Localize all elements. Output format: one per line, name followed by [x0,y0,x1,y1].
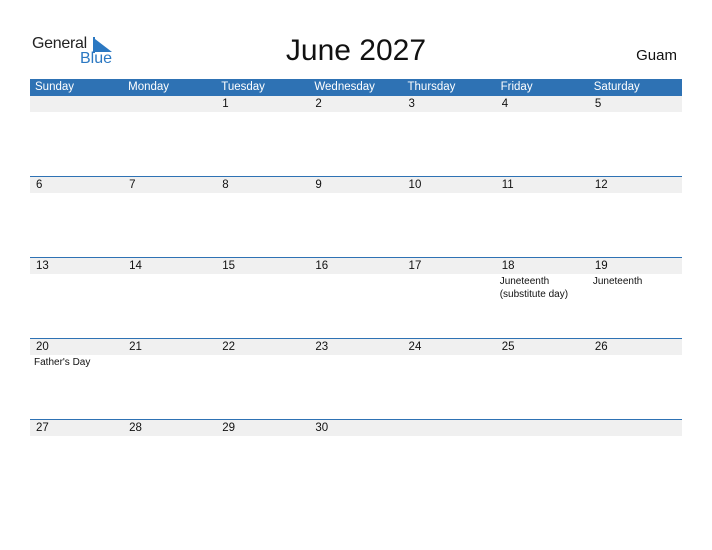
day-cell: 24 [403,339,496,420]
day-number: 28 [129,422,142,434]
day-number: 17 [408,260,422,272]
day-number: 30 [315,422,329,434]
day-number: 1 [222,98,229,110]
day-number: 23 [315,341,329,353]
page-title: June 2027 [285,34,427,67]
weekday-friday: Friday [500,81,533,93]
day-cell: 19 Juneteenth [589,258,682,339]
day-number: 25 [501,341,515,353]
day-number: 26 [594,341,608,353]
day-cell: 22 [216,339,309,420]
day-cell: 11 [496,177,589,258]
day-number: 14 [129,260,142,272]
day-cell: 23 [309,339,402,420]
day-number: 19 [594,260,608,272]
day-cell: 7 [123,177,216,258]
weekday-thursday: Thursday [407,81,456,93]
country-label: Guam [636,47,677,64]
day-cell: 13 [30,258,123,339]
day-cell: 1 [216,96,309,177]
day-cell: 29 [216,420,309,501]
day-cell: 4 [496,96,589,177]
day-cell: 17 [403,258,496,339]
day-number: 18 [501,260,515,272]
weekday-monday: Monday [128,81,170,93]
day-cell [123,96,216,177]
day-number: 10 [408,179,422,191]
day-cell [403,420,496,501]
week-row: 27 28 29 30 [30,419,682,501]
day-cell [30,96,123,177]
week-row: 6 7 8 9 10 11 12 [30,176,682,258]
day-number: 7 [129,179,136,191]
day-cell: 26 [589,339,682,420]
day-cell: 9 [309,177,402,258]
day-number: 21 [129,341,142,353]
day-cell: 3 [403,96,496,177]
day-cell: 18 Juneteenth (substitute day) [496,258,589,339]
day-number: 6 [36,179,43,191]
holiday-label: Juneteenth (substitute day) [499,276,569,300]
day-number: 13 [36,260,49,272]
day-cell: 28 [123,420,216,501]
weekday-saturday: Saturday [593,81,640,93]
day-cell: 16 [309,258,402,339]
holiday-label: Juneteenth [592,276,643,287]
day-number: 16 [315,260,329,272]
day-cell: 12 [589,177,682,258]
day-number: 9 [315,179,322,191]
holiday-label: Father's Day [34,357,91,368]
weekday-tuesday: Tuesday [221,81,265,93]
weekday-header: Sunday Monday Tuesday Wednesday Thursday… [30,79,682,96]
day-cell: 30 [309,420,402,501]
day-cell [589,420,682,501]
day-cell [496,420,589,501]
day-number: 2 [315,98,322,110]
day-cell: 25 [496,339,589,420]
day-cell: 20 Father's Day [30,339,123,420]
weekday-wednesday: Wednesday [314,81,375,93]
week-row: 1 2 3 4 5 [30,96,682,177]
day-number: 15 [222,260,236,272]
weekday-sunday: Sunday [35,81,75,93]
day-number: 24 [408,341,422,353]
day-cell: 21 [123,339,216,420]
day-number: 29 [222,422,236,434]
day-number: 5 [594,98,602,110]
day-number: 3 [408,98,415,110]
day-number: 22 [222,341,236,353]
day-cell: 2 [309,96,402,177]
day-cell: 6 [30,177,123,258]
week-row: 13 14 15 16 17 18 Juneteenth (substitute day) 1… [30,257,682,339]
day-number: 27 [36,422,49,434]
day-number: 20 [36,341,49,353]
day-cell: 8 [216,177,309,258]
day-number: 11 [501,179,514,191]
day-number: 4 [501,98,509,110]
day-number: 12 [594,179,608,191]
day-cell: 5 [589,96,682,177]
week-row: 20 Father's Day 21 22 23 24 25 26 [30,338,682,420]
day-cell: 10 [403,177,496,258]
day-number: 8 [222,179,229,191]
day-cell: 15 [216,258,309,339]
day-cell: 14 [123,258,216,339]
day-cell: 27 [30,420,123,501]
